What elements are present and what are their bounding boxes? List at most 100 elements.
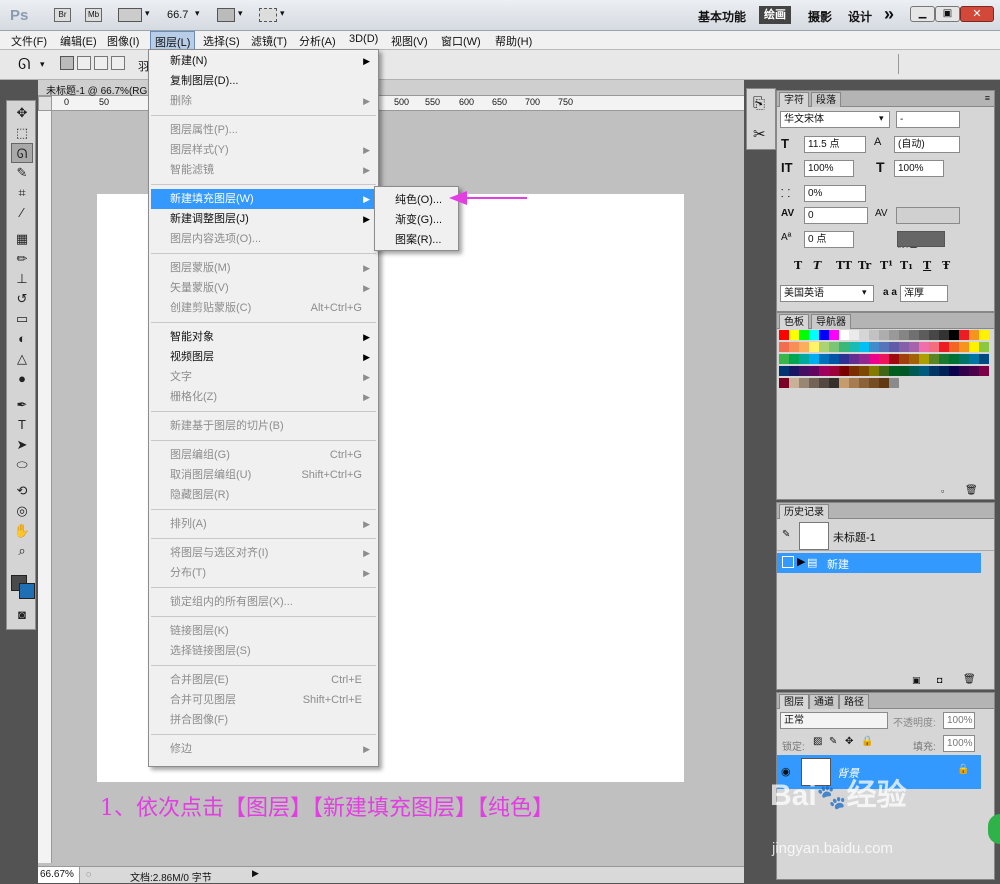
chevron-down-icon[interactable]: ▾ — [879, 113, 884, 124]
menu-view[interactable]: 视图(V) — [391, 33, 428, 49]
chevron-down-icon[interactable]: ▾ — [145, 8, 150, 19]
document-tab[interactable]: 未标题-1 @ 66.7%(RGB — [46, 82, 154, 97]
workspace-painting[interactable]: 绘画 — [759, 6, 791, 24]
color-swatch[interactable] — [959, 354, 969, 364]
menu-file[interactable]: 文件(F) — [11, 33, 47, 49]
color-swatch[interactable] — [979, 366, 989, 376]
text-color-swatch[interactable] — [897, 231, 945, 247]
color-swatch[interactable] — [929, 342, 939, 352]
color-swatch[interactable] — [779, 330, 789, 340]
eyedropper-tool-icon[interactable]: ⁄ — [11, 203, 33, 223]
color-swatch[interactable] — [869, 354, 879, 364]
menu-layer[interactable]: 图层(L) — [150, 31, 196, 50]
menu-help[interactable]: 帮助(H) — [495, 33, 532, 49]
menu-select[interactable]: 选择(S) — [203, 33, 240, 49]
trash-icon[interactable]: 🗑 — [965, 485, 978, 496]
blend-mode-select[interactable]: 正常 — [780, 712, 888, 729]
menu-item-pattern[interactable]: 图案(R)... — [377, 230, 456, 250]
minimize-button[interactable]: ▁ — [910, 6, 935, 22]
workspace-design[interactable]: 设计 — [848, 8, 872, 25]
color-swatch[interactable] — [789, 354, 799, 364]
color-swatch[interactable] — [819, 366, 829, 376]
move-tool-icon[interactable]: ✥ — [11, 103, 33, 123]
color-swatch[interactable] — [949, 330, 959, 340]
color-swatch[interactable] — [849, 378, 859, 388]
add-selection-icon[interactable] — [77, 56, 91, 70]
color-swatch[interactable] — [889, 330, 899, 340]
color-swatch[interactable] — [809, 354, 819, 364]
color-swatch[interactable] — [939, 330, 949, 340]
lock-position-icon[interactable]: ✥ — [845, 736, 853, 747]
brush-presets-icon[interactable]: ✂ — [753, 125, 766, 143]
color-swatch[interactable] — [809, 342, 819, 352]
color-swatch[interactable] — [919, 354, 929, 364]
color-swatch[interactable] — [819, 354, 829, 364]
color-swatch[interactable] — [789, 366, 799, 376]
color-swatch[interactable] — [829, 378, 839, 388]
healing-brush-tool-icon[interactable]: ▦ — [11, 229, 33, 249]
color-swatch[interactable] — [929, 330, 939, 340]
tab-paragraph[interactable]: 段落 — [811, 92, 841, 107]
color-swatch[interactable] — [979, 354, 989, 364]
subscript-button[interactable]: T₁ — [900, 259, 913, 272]
color-swatch[interactable] — [819, 330, 829, 340]
opacity-field[interactable]: 100% — [943, 712, 975, 729]
tab-paths[interactable]: 路径 — [839, 694, 869, 709]
color-swatch[interactable] — [899, 366, 909, 376]
color-swatch[interactable] — [879, 366, 889, 376]
intersect-selection-icon[interactable] — [111, 56, 125, 70]
color-swatch[interactable] — [909, 342, 919, 352]
new-document-from-state-icon[interactable]: ▣ — [912, 675, 921, 686]
brush-tool-icon[interactable]: ✏ — [11, 249, 33, 269]
tool-presets-icon[interactable]: ⎘ — [753, 95, 765, 112]
color-swatch[interactable] — [939, 354, 949, 364]
background-color-swatch[interactable] — [19, 583, 35, 599]
color-swatch[interactable] — [969, 330, 979, 340]
chevron-down-icon[interactable]: ▾ — [40, 59, 45, 70]
color-swatch[interactable] — [869, 366, 879, 376]
leading-field[interactable]: (自动) — [894, 136, 960, 153]
color-swatch[interactable] — [919, 342, 929, 352]
color-swatch[interactable] — [859, 342, 869, 352]
color-swatch[interactable] — [789, 342, 799, 352]
strikethrough-button[interactable]: Ŧ — [942, 259, 950, 272]
color-swatch[interactable] — [929, 354, 939, 364]
color-swatch[interactable] — [909, 354, 919, 364]
color-swatch[interactable] — [969, 366, 979, 376]
all-caps-button[interactable]: TT — [836, 259, 852, 272]
vertical-scale-field[interactable]: 100% — [804, 160, 854, 177]
menu-item-gradient[interactable]: 渐变(G)... — [377, 210, 456, 230]
color-swatch[interactable] — [829, 330, 839, 340]
color-swatch[interactable] — [949, 342, 959, 352]
view-extras-icon[interactable] — [118, 8, 142, 22]
color-swatch[interactable] — [799, 330, 809, 340]
color-swatch[interactable] — [899, 342, 909, 352]
color-swatch[interactable] — [849, 354, 859, 364]
color-swatch[interactable] — [979, 330, 989, 340]
color-swatch[interactable] — [859, 378, 869, 388]
horizontal-scale-field[interactable]: 100% — [894, 160, 944, 177]
layer-menu-item[interactable]: 新建调整图层(J) ▶ — [151, 209, 376, 229]
color-swatch[interactable] — [909, 366, 919, 376]
lasso-tool-icon[interactable]: ᘏ — [18, 56, 30, 73]
color-swatch[interactable] — [849, 342, 859, 352]
chevron-down-icon[interactable]: ▾ — [862, 287, 867, 298]
color-swatch[interactable] — [879, 330, 889, 340]
history-step[interactable]: ▶ ▤ 新建 — [777, 553, 981, 573]
color-swatch[interactable] — [959, 366, 969, 376]
color-swatch[interactable] — [939, 366, 949, 376]
font-style-select[interactable]: - — [896, 111, 960, 128]
color-swatch[interactable] — [879, 354, 889, 364]
ruler-origin[interactable] — [38, 96, 52, 111]
color-swatch[interactable] — [799, 342, 809, 352]
color-swatch[interactable] — [839, 354, 849, 364]
small-caps-button[interactable]: Tr — [858, 259, 871, 272]
color-swatch[interactable] — [829, 342, 839, 352]
color-swatch[interactable] — [919, 330, 929, 340]
new-snapshot-icon[interactable]: ◘ — [937, 675, 942, 685]
history-snapshot[interactable]: ✎ 未标题-1 — [777, 521, 994, 551]
paint-bucket-tool-icon[interactable]: ◐ — [11, 329, 33, 349]
color-swatch[interactable] — [849, 366, 859, 376]
color-swatch[interactable] — [779, 354, 789, 364]
3d-orbit-tool-icon[interactable]: ◎ — [11, 501, 33, 521]
